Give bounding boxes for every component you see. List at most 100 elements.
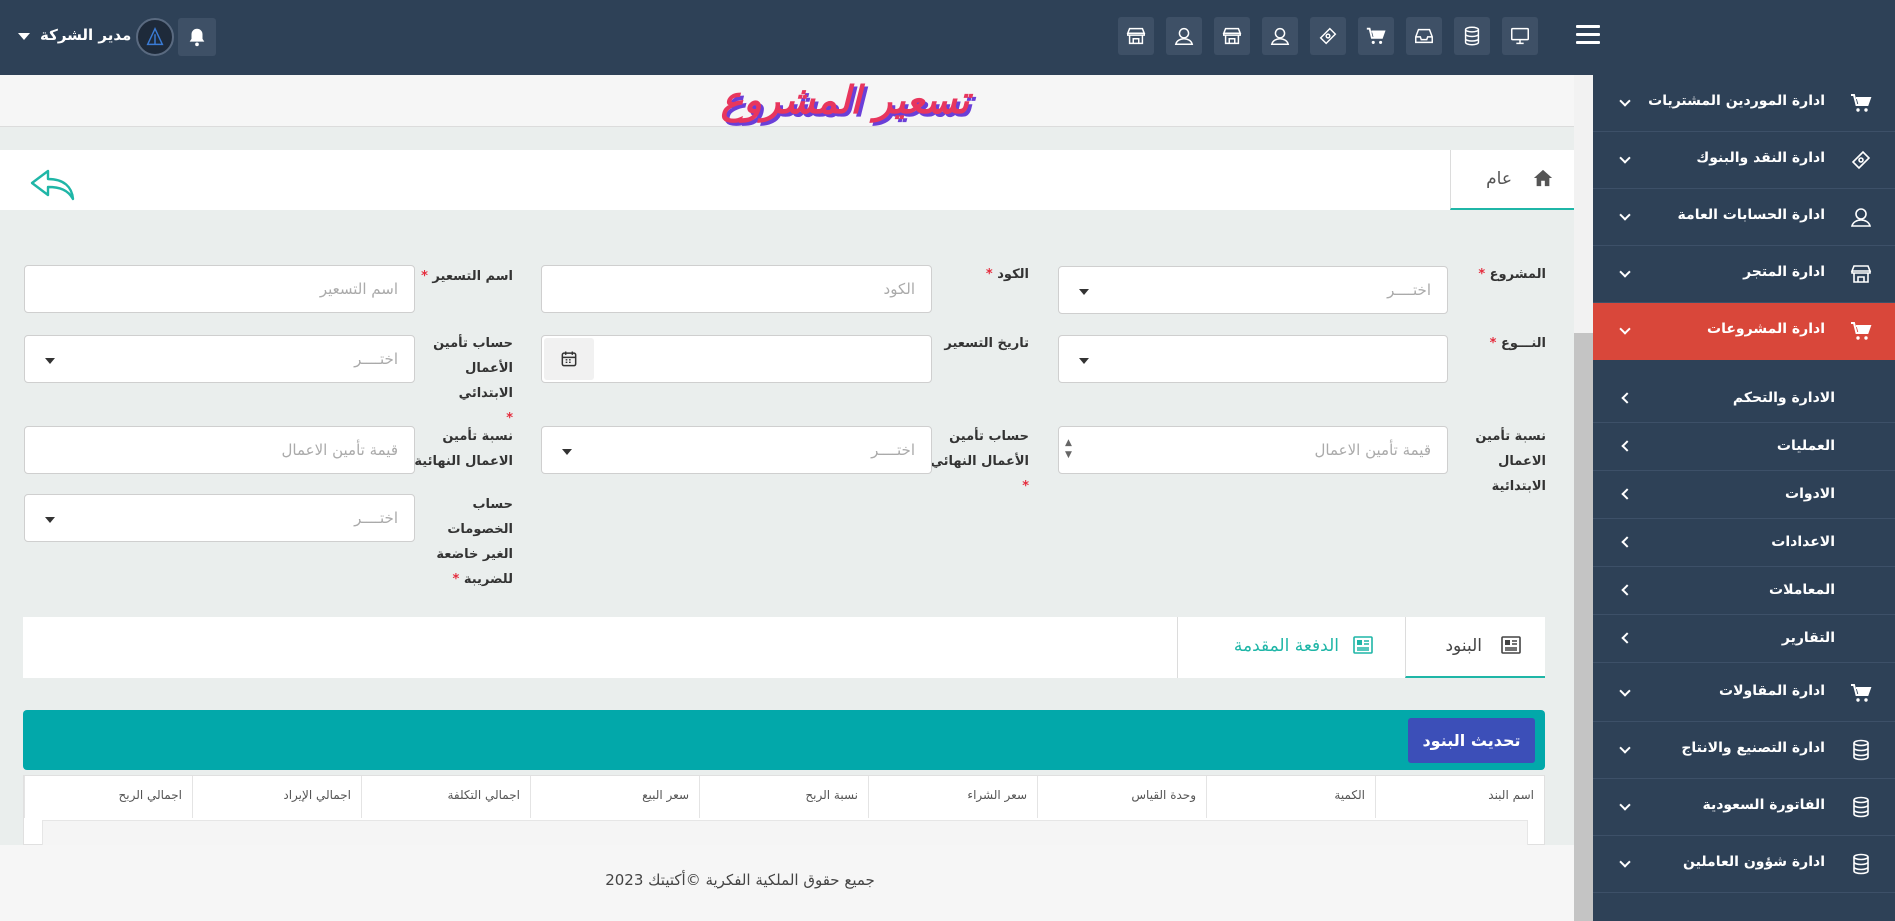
store-icon[interactable]: [1118, 17, 1154, 55]
chevron-left-icon: [1621, 632, 1633, 644]
sidebar-item-label: ادارة الحسابات العامة: [1677, 207, 1825, 223]
sidebar-item-suppliers[interactable]: ادارة الموردين المشتريات: [1593, 75, 1895, 132]
final-insurance-account-label: حساب تأمين الأعمال النهائي *: [930, 429, 1029, 494]
sidebar-subitem-operations[interactable]: العمليات: [1593, 423, 1895, 471]
cart-icon: [1849, 91, 1873, 115]
sidebar-item-label: ادارة المشروعات: [1707, 321, 1825, 337]
user-icon[interactable]: [1262, 17, 1298, 55]
newspaper-icon: [1353, 636, 1373, 654]
tab-items[interactable]: البنود: [1405, 617, 1545, 678]
database-icon: [1849, 852, 1873, 876]
database-icon: [1849, 738, 1873, 762]
code-label: الكود *: [985, 267, 1029, 282]
caret-down-icon: [1079, 358, 1089, 364]
chevron-down-icon: [1619, 685, 1631, 697]
calendar-icon[interactable]: [544, 338, 594, 380]
refresh-items-button[interactable]: تحديث البنود: [1408, 718, 1535, 763]
pricing-date-input[interactable]: [541, 335, 932, 383]
sidebar: ادارة الموردين المشتريات ادارة النقد وال…: [1593, 75, 1895, 921]
pricing-date-label: تاريخ التسعير: [944, 336, 1029, 351]
table-row: [42, 820, 1528, 845]
caret-down-icon: [45, 358, 55, 364]
tab-general[interactable]: عام: [1450, 150, 1574, 210]
user-icon[interactable]: [1166, 17, 1202, 55]
type-select[interactable]: [1058, 335, 1448, 383]
monitor-icon[interactable]: [1502, 17, 1538, 55]
items-toolbar: تحديث البنود: [23, 710, 1545, 770]
sidebar-item-label: ادارة المقاولات: [1719, 683, 1825, 699]
sidebar-subitem-tools[interactable]: الادوات: [1593, 471, 1895, 519]
chevron-down-icon: [1619, 266, 1631, 278]
bell-icon[interactable]: [178, 18, 216, 56]
sidebar-subitem-settings[interactable]: الاعدادات: [1593, 519, 1895, 567]
chevron-down-icon: [1619, 323, 1631, 335]
sidebar-subitem-label: الادوات: [1785, 486, 1835, 502]
inbox-icon[interactable]: [1406, 17, 1442, 55]
sidebar-subitem-label: الادارة والتحكم: [1732, 390, 1835, 406]
sidebar-subitem-transactions[interactable]: المعاملات: [1593, 567, 1895, 615]
tab-advance-payment[interactable]: الدفعة المقدمة: [1177, 617, 1405, 678]
type-label: النـــوع *: [1489, 336, 1546, 351]
sidebar-item-saudi-invoice[interactable]: الفاتورة السعودية: [1593, 779, 1895, 836]
initial-insurance-ratio-input[interactable]: قيمة تأمين الاعمال ▲ ▼: [1058, 426, 1448, 474]
table-header: سعر البيع: [530, 776, 699, 818]
store-icon[interactable]: [1214, 17, 1250, 55]
sidebar-item-projects[interactable]: ادارة المشروعات: [1593, 303, 1895, 360]
spinner-icon[interactable]: ▲ ▼: [1065, 437, 1072, 461]
top-navbar: مدير الشركة: [0, 0, 1895, 75]
sidebar-item-label: ادارة النقد والبنوك: [1696, 150, 1825, 166]
user-icon: [1849, 205, 1873, 229]
cart-icon[interactable]: [1358, 17, 1394, 55]
sidebar-subitem-reports[interactable]: التقارير: [1593, 615, 1895, 663]
caret-down-icon: [562, 449, 572, 455]
pricing-name-placeholder: اسم التسعير: [319, 280, 398, 298]
pricing-name-label: اسم التسعير *: [421, 269, 513, 284]
code-input[interactable]: الكود: [541, 265, 932, 313]
footer: جميع حقوق الملكية الفكرية ©أكتيتك 2023: [0, 845, 1574, 921]
tab-general-label: عام: [1486, 169, 1512, 189]
pricing-name-input[interactable]: اسم التسعير: [24, 265, 415, 313]
sidebar-item-manufacturing[interactable]: ادارة التصنيع والانتاج: [1593, 722, 1895, 779]
user-name[interactable]: مدير الشركة: [40, 26, 131, 44]
cash-icon[interactable]: [1310, 17, 1346, 55]
copyright-text: جميع حقوق الملكية الفكرية ©أكتيتك 2023: [605, 871, 875, 889]
final-insurance-account-select[interactable]: اختــــر: [541, 426, 932, 474]
sidebar-item-cash[interactable]: ادارة النقد والبنوك: [1593, 132, 1895, 189]
cart-icon: [1849, 681, 1873, 705]
items-table: اسم البند الكمية وحدة القياس سعر الشراء …: [23, 775, 1545, 845]
caret-down-icon: [45, 517, 55, 523]
final-insurance-account-placeholder: اختــــر: [871, 441, 915, 459]
caret-down-icon: [1079, 289, 1089, 295]
sidebar-item-label: ادارة التصنيع والانتاج: [1681, 740, 1825, 756]
newspaper-icon: [1501, 636, 1521, 654]
project-select[interactable]: اختــــر: [1058, 266, 1448, 314]
initial-insurance-account-placeholder: اختــــر: [354, 350, 398, 368]
chevron-down-icon[interactable]: [18, 33, 30, 40]
scrollbar-thumb[interactable]: [1574, 333, 1593, 921]
untaxed-discounts-select[interactable]: اختــــر: [24, 494, 415, 542]
sidebar-subitem-label: التقارير: [1781, 630, 1835, 646]
initial-insurance-account-select[interactable]: اختــــر: [24, 335, 415, 383]
sidebar-item-label: الفاتورة السعودية: [1702, 797, 1825, 813]
final-insurance-ratio-input[interactable]: قيمة تأمين الاعمال: [24, 426, 415, 474]
avatar[interactable]: [136, 18, 174, 56]
table-header: الكمية: [1206, 776, 1375, 818]
sidebar-item-accounts[interactable]: ادارة الحسابات العامة: [1593, 189, 1895, 246]
database-icon[interactable]: [1454, 17, 1490, 55]
sidebar-item-contracting[interactable]: ادارة المقاولات: [1593, 665, 1895, 722]
sidebar-subitem-admin[interactable]: الادارة والتحكم: [1593, 375, 1895, 423]
menu-toggle-icon[interactable]: [1576, 25, 1600, 47]
chevron-down-icon: [1619, 799, 1631, 811]
home-icon: [1533, 169, 1553, 187]
back-arrow-icon[interactable]: [28, 165, 78, 205]
chevron-down-icon: [1619, 95, 1631, 107]
chevron-left-icon: [1621, 584, 1633, 596]
sidebar-item-store[interactable]: ادارة المتجر: [1593, 246, 1895, 303]
sidebar-item-hr[interactable]: ادارة شؤون العاملين: [1593, 836, 1895, 893]
initial-insurance-ratio-label: نسبة تأمين الاعمال الابتدائية: [1475, 429, 1546, 494]
code-placeholder: الكود: [883, 280, 915, 298]
chevron-left-icon: [1621, 488, 1633, 500]
sidebar-item-label: ادارة شؤون العاملين: [1683, 854, 1825, 870]
untaxed-discounts-placeholder: اختــــر: [354, 509, 398, 527]
title-band: تسعير المشروع: [0, 75, 1574, 127]
